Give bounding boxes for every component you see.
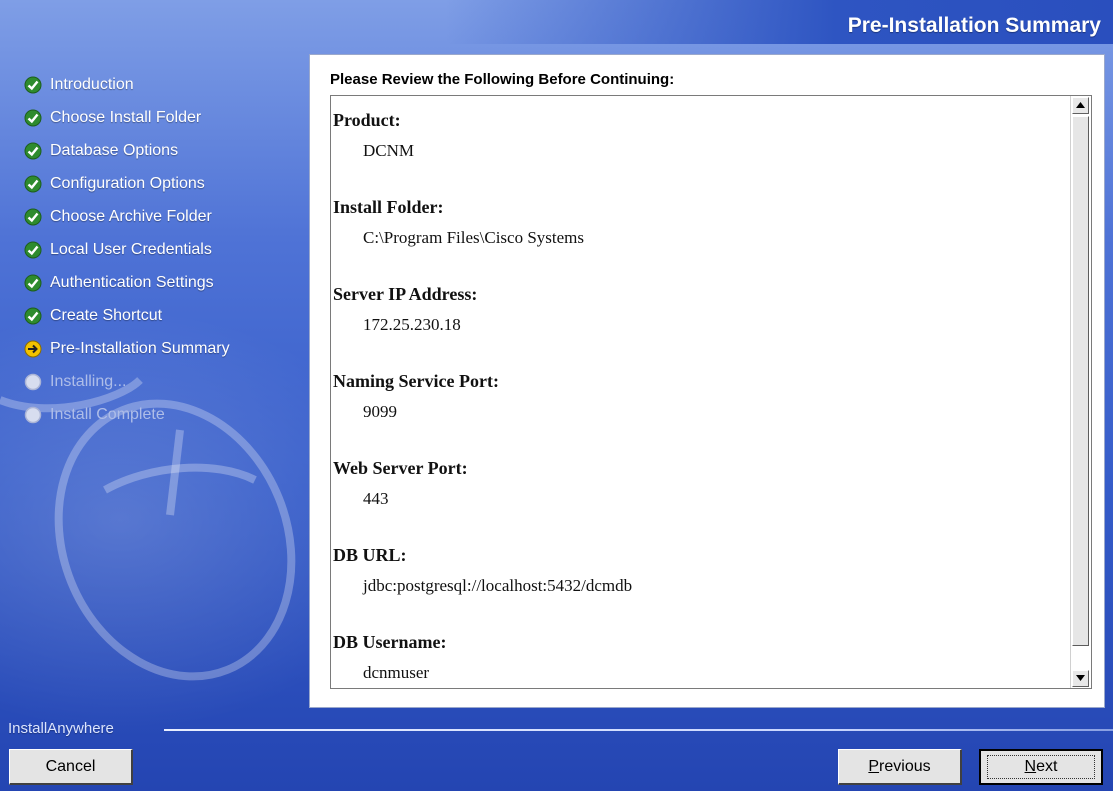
check-circle-icon <box>24 274 42 292</box>
next-focus-ring: Next <box>987 755 1095 779</box>
arrow-down-icon <box>1076 675 1085 681</box>
next-mnemonic: N <box>1024 758 1037 775</box>
summary-entry-value: DCNM <box>363 141 415 160</box>
installanywhere-brand: InstallAnywhere <box>8 720 114 737</box>
summary-entry: Web Server Port: 443 <box>331 458 1069 546</box>
summary-entry-label: Naming Service Port: <box>333 371 499 391</box>
summary-entry-value: dcnmuser <box>363 663 430 682</box>
empty-circle-icon <box>24 406 42 424</box>
step-item: Local User Credentials <box>24 233 304 266</box>
summary-entry-label: Server IP Address: <box>333 284 478 304</box>
previous-mnemonic: P <box>868 757 880 775</box>
previous-button[interactable]: Previous <box>838 749 962 785</box>
scrollbar-thumb[interactable] <box>1072 116 1089 646</box>
previous-label: revious <box>879 757 931 775</box>
step-label: Create Shortcut <box>50 306 163 324</box>
check-circle-icon <box>24 109 42 127</box>
footer-divider <box>164 729 1113 731</box>
summary-panel: Please Review the Following Before Conti… <box>309 54 1105 708</box>
step-label: Configuration Options <box>50 174 205 192</box>
summary-entry: Product: DCNM <box>331 110 1069 198</box>
summary-content: Product: DCNM Install Folder: C:\Program Fi… <box>331 96 1069 688</box>
step-item: Choose Install Folder <box>24 101 304 134</box>
summary-entry: Naming Service Port: 9099 <box>331 371 1069 459</box>
empty-circle-icon <box>24 373 42 391</box>
summary-entry-label: Install Folder: <box>333 197 444 217</box>
summary-entry: DB Username: dcnmuser <box>331 632 1069 688</box>
check-circle-icon <box>24 175 42 193</box>
next-label: ext <box>1036 758 1058 775</box>
check-circle-icon <box>24 208 42 226</box>
step-label: Pre-Installation Summary <box>50 339 230 357</box>
title-bar: Pre-Installation Summary <box>0 0 1113 44</box>
step-label: Authentication Settings <box>50 273 214 291</box>
step-item: Authentication Settings <box>24 266 304 299</box>
scroll-down-button[interactable] <box>1072 670 1089 687</box>
vertical-scrollbar[interactable] <box>1070 96 1091 688</box>
arrow-up-icon <box>1076 102 1085 108</box>
check-circle-icon <box>24 241 42 259</box>
step-item: Configuration Options <box>24 167 304 200</box>
summary-entry-value: C:\Program Files\Cisco Systems <box>363 228 585 247</box>
summary-entry-label: DB Username: <box>333 632 447 652</box>
step-label: Install Complete <box>50 405 165 423</box>
check-circle-icon <box>24 142 42 160</box>
step-list: Introduction Choose Install Folder Databas… <box>24 68 304 431</box>
summary-entry: Server IP Address: 172.25.230.18 <box>331 284 1069 372</box>
step-item: Create Shortcut <box>24 299 304 332</box>
summary-heading: Please Review the Following Before Conti… <box>330 71 675 88</box>
scroll-up-button[interactable] <box>1072 97 1089 114</box>
page-title: Pre-Installation Summary <box>847 14 1101 37</box>
step-item: Introduction <box>24 68 304 101</box>
step-item: Pre-Installation Summary <box>24 332 304 365</box>
summary-entry-label: Product: <box>333 110 401 130</box>
step-label: Choose Install Folder <box>50 108 202 126</box>
step-label: Installing... <box>50 372 127 390</box>
cancel-button[interactable]: Cancel <box>9 749 133 785</box>
summary-entry-label: Web Server Port: <box>333 458 468 478</box>
check-circle-icon <box>24 307 42 325</box>
step-label: Choose Archive Folder <box>50 207 212 225</box>
step-item: Database Options <box>24 134 304 167</box>
check-circle-icon <box>24 76 42 94</box>
step-label: Database Options <box>50 141 179 159</box>
summary-scroll-area[interactable]: Product: DCNM Install Folder: C:\Program Fi… <box>330 95 1092 689</box>
summary-entry-value: 172.25.230.18 <box>363 315 461 334</box>
step-label: Introduction <box>50 75 134 93</box>
summary-entry: DB URL: jdbc:postgresql://localhost:5432/… <box>331 545 1069 633</box>
arrow-circle-icon <box>24 340 42 358</box>
summary-entry-label: DB URL: <box>333 545 407 565</box>
step-item: Choose Archive Folder <box>24 200 304 233</box>
summary-entry-value: 9099 <box>363 402 397 421</box>
next-button[interactable]: Next <box>979 749 1103 785</box>
step-item: Install Complete <box>24 398 304 431</box>
summary-entry-value: 443 <box>363 489 389 508</box>
step-label: Local User Credentials <box>50 240 212 258</box>
step-item: Installing... <box>24 365 304 398</box>
summary-entry-value: jdbc:postgresql://localhost:5432/dcmdb <box>363 576 633 595</box>
summary-entry: Install Folder: C:\Program Files\Cisco Sy… <box>331 197 1069 285</box>
